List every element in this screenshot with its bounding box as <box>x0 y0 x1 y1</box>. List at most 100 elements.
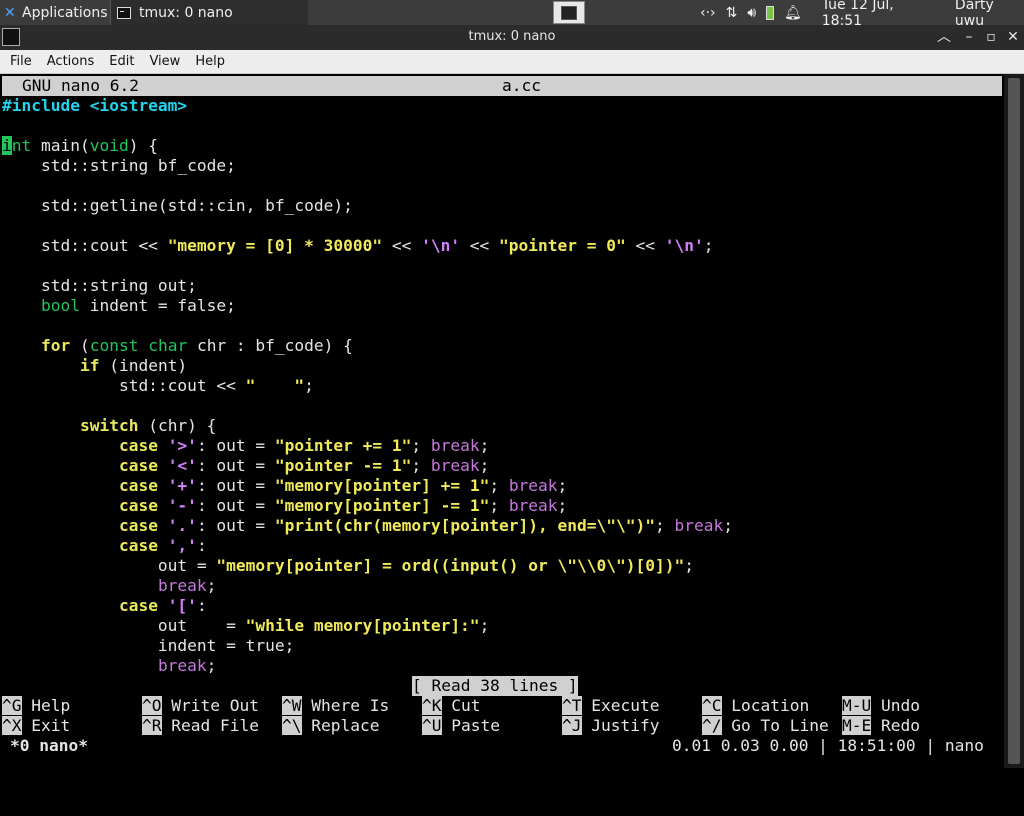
battery-icon[interactable] <box>766 5 774 20</box>
shortcut-write-out[interactable]: ^O Write Out <box>142 696 259 716</box>
shortcut-label: Execute <box>581 696 660 715</box>
code-line[interactable]: case '<': out = "pointer -= 1"; break; <box>2 456 489 476</box>
taskbar-item-label: tmux: 0 nano <box>139 4 233 21</box>
shortcut-label: Cut <box>441 696 481 715</box>
code-line[interactable]: std::cout << "memory = [0] * 30000" << '… <box>2 236 714 256</box>
shortcut-key: M-E <box>842 716 872 735</box>
shortcut-key: ^G <box>2 696 22 715</box>
tmux-window-label[interactable]: *0 nano* <box>10 736 88 756</box>
shortcut-label: Help <box>21 696 71 715</box>
applications-menu[interactable]: ✕ Applications <box>0 0 108 25</box>
code-line[interactable]: #include <iostream> <box>2 96 187 116</box>
nano-filename: a.cc <box>502 76 541 95</box>
shortcut-label: Go To Line <box>721 716 829 735</box>
shortcut-go-to-line[interactable]: ^/ Go To Line <box>702 716 829 736</box>
shortcut-undo[interactable]: M-U Undo <box>842 696 920 716</box>
window-titlebar[interactable]: tmux: 0 nano ︿ – ▫ ✕ <box>0 25 1024 50</box>
notification-bell-icon[interactable]: 🔔︎ <box>784 5 802 21</box>
applications-label: Applications <box>22 4 108 21</box>
code-line[interactable]: case '.': out = "print(chr(memory[pointe… <box>2 516 733 536</box>
shortcut-label: Redo <box>871 716 920 735</box>
shortcut-label: Undo <box>871 696 920 715</box>
top-panel: ✕ Applications tmux: 0 nano ‹·› ⇅ 🔊︎ 🔔︎ … <box>0 0 1024 29</box>
menu-bar: File Actions Edit View Help <box>0 50 1024 74</box>
shortcut-key: M-U <box>842 696 872 715</box>
tmux-status-bar: *0 nano* 0.01 0.03 0.00 | 18:51:00 | nan… <box>0 736 1004 756</box>
shortcut-label: Location <box>721 696 810 715</box>
shortcut-label: Where Is <box>301 696 390 715</box>
code-line[interactable]: indent = true; <box>2 636 294 656</box>
shortcut-key: ^/ <box>702 716 722 735</box>
shortcut-paste[interactable]: ^U Paste <box>422 716 500 736</box>
shortcut-execute[interactable]: ^T Execute <box>562 696 659 716</box>
menu-help[interactable]: Help <box>195 54 225 69</box>
shortcut-key: ^R <box>142 716 162 735</box>
window-title: tmux: 0 nano <box>468 29 556 44</box>
code-line[interactable]: std::getline(std::cin, bf_code); <box>2 196 353 216</box>
code-line[interactable]: break; <box>2 656 216 676</box>
nano-title-bar: GNU nano 6.2 a.cc <box>2 76 1002 96</box>
shortcut-location[interactable]: ^C Location <box>702 696 809 716</box>
tmux-status-right: 0.01 0.03 0.00 | 18:51:00 | nano <box>672 736 984 755</box>
shortcut-key: ^O <box>142 696 162 715</box>
nano-status-message: [ Read 38 lines ] <box>412 676 578 696</box>
shortcut-replace[interactable]: ^\ Replace <box>282 716 379 736</box>
code-line[interactable]: int main(void) { <box>2 136 158 156</box>
network-arrows-icon[interactable]: ‹·› <box>700 5 716 21</box>
shortcut-label: Write Out <box>161 696 259 715</box>
menu-view[interactable]: View <box>149 54 180 69</box>
system-tray: ‹·› ⇅ 🔊︎ 🔔︎ Tue 12 Jul, 18:51 Darty uwu <box>700 0 1024 29</box>
workspace-switcher[interactable] <box>553 1 585 24</box>
xfce-logo-icon: ✕ <box>4 4 16 21</box>
code-line[interactable]: std::string out; <box>2 276 197 296</box>
shortcut-help[interactable]: ^G Help <box>2 696 70 716</box>
terminal-area[interactable]: GNU nano 6.2 a.cc #include <iostream> int… <box>0 74 1004 768</box>
menu-edit[interactable]: Edit <box>109 54 134 69</box>
code-line[interactable]: std::cout << " "; <box>2 376 314 396</box>
shortcut-justify[interactable]: ^J Justify <box>562 716 659 736</box>
menu-actions[interactable]: Actions <box>47 54 95 69</box>
shortcut-key: ^K <box>422 696 442 715</box>
taskbar-item-terminal[interactable]: tmux: 0 nano <box>110 0 308 25</box>
code-line[interactable]: switch (chr) { <box>2 416 216 436</box>
code-line[interactable]: out = "while memory[pointer]:"; <box>2 616 489 636</box>
shortcut-label: Replace <box>301 716 380 735</box>
code-line[interactable]: case '+': out = "memory[pointer] += 1"; … <box>2 476 567 496</box>
shortcut-read-file[interactable]: ^R Read File <box>142 716 259 736</box>
code-line[interactable]: bool indent = false; <box>2 296 236 316</box>
code-line[interactable]: case '-': out = "memory[pointer] -= 1"; … <box>2 496 567 516</box>
shortcut-label: Exit <box>21 716 71 735</box>
shortcut-label: Justify <box>581 716 660 735</box>
code-line[interactable]: std::string bf_code; <box>2 156 236 176</box>
shortcut-where-is[interactable]: ^W Where Is <box>282 696 389 716</box>
workspace-thumbnail <box>561 5 577 20</box>
code-line[interactable]: case '>': out = "pointer += 1"; break; <box>2 436 489 456</box>
code-line[interactable]: if (indent) <box>2 356 187 376</box>
shortcut-key: ^T <box>562 696 582 715</box>
code-line[interactable]: out = "memory[pointer] = ord((input() or… <box>2 556 694 576</box>
code-line[interactable]: break; <box>2 576 216 596</box>
network-transfer-icon[interactable]: ⇅ <box>726 5 738 21</box>
code-line[interactable]: for (const char chr : bf_code) { <box>2 336 353 356</box>
shortcut-label: Paste <box>441 716 500 735</box>
close-icon[interactable]: ✕ <box>1004 28 1022 46</box>
code-line[interactable]: case '[': <box>2 596 207 616</box>
shortcut-label: Read File <box>161 716 259 735</box>
maximize-icon[interactable]: ▫ <box>982 28 1000 46</box>
shortcut-cut[interactable]: ^K Cut <box>422 696 480 716</box>
shortcut-key: ^U <box>422 716 442 735</box>
menu-file[interactable]: File <box>10 54 32 69</box>
scrollbar-thumb[interactable] <box>1008 78 1020 764</box>
shortcut-key: ^X <box>2 716 22 735</box>
minimize-icon[interactable]: – <box>960 28 978 46</box>
terminal-icon <box>117 6 131 19</box>
nano-version: GNU nano 6.2 <box>22 76 139 95</box>
maximize-up-icon[interactable]: ︿ <box>935 28 953 46</box>
shortcut-exit[interactable]: ^X Exit <box>2 716 70 736</box>
shortcut-redo[interactable]: M-E Redo <box>842 716 920 736</box>
code-line[interactable]: case ',': <box>2 536 207 556</box>
volume-icon[interactable]: 🔊︎ <box>747 5 756 21</box>
shortcut-key: ^J <box>562 716 582 735</box>
terminal-scrollbar[interactable] <box>1004 74 1024 768</box>
shortcut-key: ^C <box>702 696 722 715</box>
